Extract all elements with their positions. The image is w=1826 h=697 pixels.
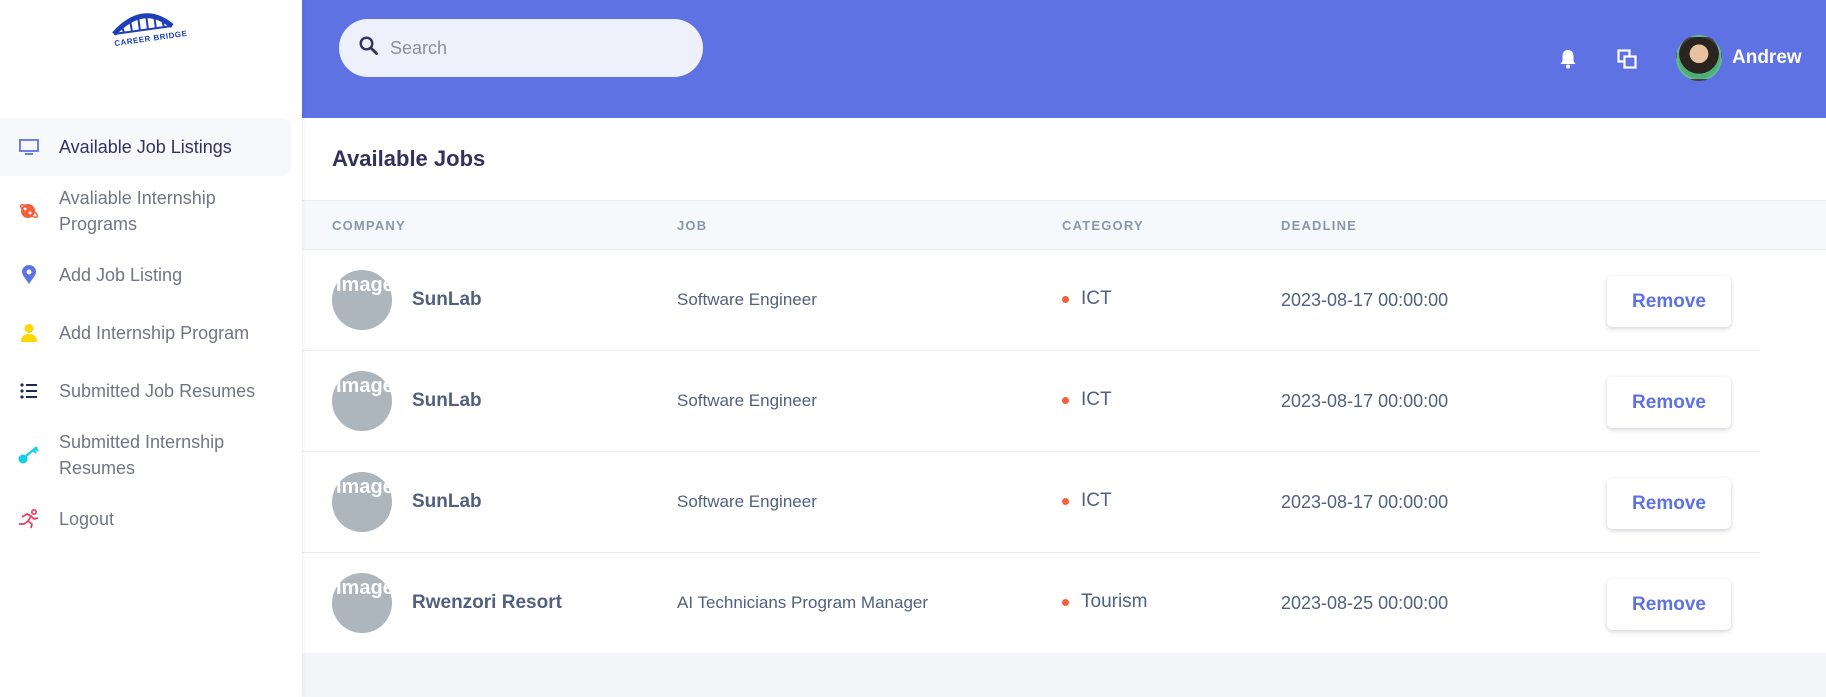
column-header-job: JOB: [677, 218, 708, 233]
table-row: Image Rwenzori Resort AI Technicians Pro…: [302, 553, 1760, 654]
status-dot-icon: [1062, 497, 1069, 505]
user-name: Andrew: [1732, 47, 1802, 68]
company-cell: Image SunLab: [332, 371, 482, 431]
company-logo-image: Image: [332, 371, 392, 431]
table-row: Image SunLab Software Engineer ICT 2023-…: [302, 452, 1760, 553]
planet-icon: [18, 200, 40, 222]
sidebar-item-submitted-internship-resumes[interactable]: Submitted Internship Resumes: [0, 420, 291, 490]
remove-button[interactable]: Remove: [1607, 478, 1731, 529]
category-label: ICT: [1081, 490, 1112, 511]
company-logo-image: Image: [332, 472, 392, 532]
table-row: Image SunLab Software Engineer ICT 2023-…: [302, 250, 1760, 351]
category-label: ICT: [1081, 288, 1112, 309]
sidebar-item-label: Add Job Listing: [59, 265, 183, 285]
category-label: Tourism: [1081, 591, 1148, 612]
column-header-company: COMPANY: [332, 218, 406, 233]
company-name: Rwenzori Resort: [412, 592, 562, 613]
status-dot-icon: [1062, 396, 1069, 404]
category-cell: ICT: [1062, 490, 1112, 512]
image-alt-text: Image: [336, 375, 392, 397]
table-header: COMPANY JOB CATEGORY DEADLINE: [302, 200, 1826, 250]
category-cell: Tourism: [1062, 591, 1148, 613]
remove-button[interactable]: Remove: [1607, 377, 1731, 428]
search-icon: [359, 36, 378, 60]
windows-icon[interactable]: [1616, 48, 1638, 70]
jobs-card: Available Jobs COMPANY JOB CATEGORY DEAD…: [302, 118, 1826, 653]
job-title: Software Engineer: [677, 290, 817, 309]
search-box[interactable]: [339, 19, 703, 77]
sidebar-item-label: Submitted Job Resumes: [59, 381, 256, 401]
category-cell: ICT: [1062, 288, 1112, 310]
company-cell: Image Rwenzori Resort: [332, 573, 562, 633]
monitor-icon: [18, 136, 40, 158]
remove-button[interactable]: Remove: [1607, 579, 1731, 630]
sidebar-item-label: Submitted Internship Resumes: [59, 432, 225, 478]
category-cell: ICT: [1062, 389, 1112, 411]
sidebar-item-available-job-listings[interactable]: Available Job Listings: [0, 118, 291, 176]
running-icon: [18, 508, 40, 530]
remove-button[interactable]: Remove: [1607, 276, 1731, 327]
sidebar-item-label: Add Internship Program: [59, 323, 250, 343]
sidebar: CAREER BRIDGE Available Job Listings Ava…: [0, 0, 302, 697]
pin-icon: [18, 264, 40, 286]
list-icon: [18, 380, 40, 402]
job-title: Software Engineer: [677, 391, 817, 410]
image-alt-text: Image: [336, 577, 392, 599]
deadline: 2023-08-17 00:00:00: [1281, 492, 1449, 512]
company-logo-image: Image: [332, 573, 392, 633]
company-cell: Image SunLab: [332, 270, 482, 330]
sidebar-item-label: Logout: [59, 509, 115, 529]
sidebar-item-label: Avaliable Internship Programs: [59, 188, 216, 234]
sidebar-item-logout[interactable]: Logout: [0, 490, 291, 548]
image-alt-text: Image: [336, 274, 392, 296]
job-title: AI Technicians Program Manager: [677, 593, 929, 612]
sidebar-item-internship-programs[interactable]: Avaliable Internship Programs: [0, 176, 291, 246]
sidebar-nav: Available Job Listings Avaliable Interns…: [0, 118, 302, 548]
avatar: [1676, 35, 1722, 81]
job-title: Software Engineer: [677, 492, 817, 511]
sidebar-item-add-internship-program[interactable]: Add Internship Program: [0, 304, 291, 362]
deadline: 2023-08-17 00:00:00: [1281, 391, 1449, 411]
image-alt-text: Image: [336, 476, 392, 498]
deadline: 2023-08-25 00:00:00: [1281, 593, 1449, 613]
status-dot-icon: [1062, 295, 1069, 303]
user-icon: [18, 322, 40, 344]
sidebar-item-label: Available Job Listings: [59, 137, 232, 157]
user-menu[interactable]: Andrew: [1676, 35, 1802, 81]
status-dot-icon: [1062, 598, 1069, 606]
card-title: Available Jobs: [332, 146, 486, 171]
column-header-category: CATEGORY: [1062, 218, 1144, 233]
column-header-deadline: DEADLINE: [1281, 218, 1358, 233]
company-logo-image: Image: [332, 270, 392, 330]
table-row: Image SunLab Software Engineer ICT 2023-…: [302, 351, 1760, 452]
company-name: SunLab: [412, 491, 482, 512]
sidebar-item-submitted-job-resumes[interactable]: Submitted Job Resumes: [0, 362, 291, 420]
top-navbar: Andrew: [302, 0, 1826, 118]
category-label: ICT: [1081, 389, 1112, 410]
sidebar-item-add-job-listing[interactable]: Add Job Listing: [0, 246, 291, 304]
company-name: SunLab: [412, 289, 482, 310]
company-name: SunLab: [412, 390, 482, 411]
company-cell: Image SunLab: [332, 472, 482, 532]
key-icon: [18, 444, 40, 466]
bell-icon[interactable]: [1557, 48, 1579, 70]
deadline: 2023-08-17 00:00:00: [1281, 290, 1449, 310]
search-input[interactable]: [390, 37, 690, 59]
